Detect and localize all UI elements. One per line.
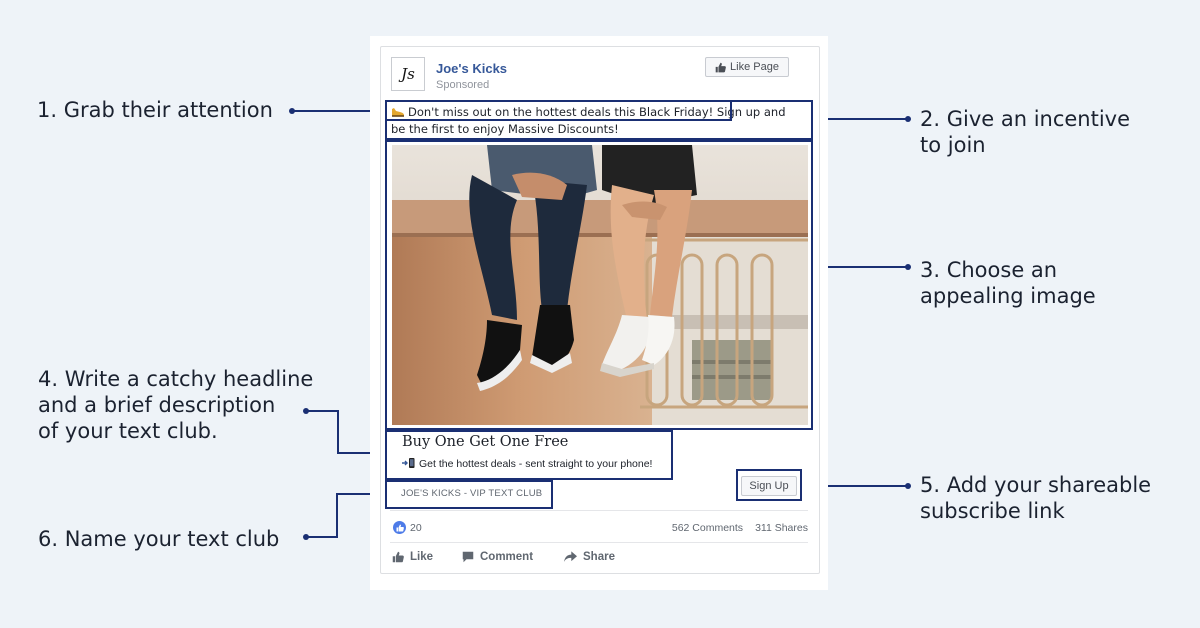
thumbs-up-icon — [715, 62, 726, 72]
like-reaction-icon — [393, 521, 406, 534]
share-action-button[interactable]: Share — [564, 551, 615, 563]
page-logo[interactable]: Js — [391, 57, 425, 91]
text-club-name: JOE'S KICKS - VIP TEXT CLUB — [401, 488, 543, 499]
annotation-club-name: 6. Name your text club — [38, 527, 280, 551]
comment-action-button[interactable]: Comment — [462, 551, 533, 563]
annotation-image: 3. Choose an appealing image — [920, 258, 1096, 308]
comments-count[interactable]: 562 Comments — [672, 522, 743, 534]
comment-icon — [462, 551, 474, 563]
reactions-summary[interactable]: 20 — [393, 521, 422, 534]
highlight-box-incentive-left — [385, 119, 387, 140]
annotation-headline: 4. Write a catchy headline and a brief d… — [38, 367, 314, 443]
phone-icon — [402, 458, 415, 471]
ad-description: Get the hottest deals - sent straight to… — [402, 457, 652, 470]
divider — [390, 510, 808, 511]
annotation-grab-attention: 1. Grab their attention — [37, 98, 273, 122]
thumbs-up-icon — [392, 551, 404, 563]
divider — [390, 542, 808, 543]
annotation-incentive: 2. Give an incentive to join — [920, 107, 1131, 157]
share-icon — [564, 551, 577, 562]
page-name[interactable]: Joe's Kicks — [436, 61, 507, 76]
annotation-subscribe-link: 5. Add your shareable subscribe link — [920, 473, 1152, 523]
engagement-counts: 562 Comments 311 Shares — [672, 522, 808, 534]
sign-up-button[interactable]: Sign Up — [741, 476, 797, 496]
like-action-button[interactable]: Like — [392, 551, 433, 563]
sponsored-label: Sponsored — [436, 79, 490, 91]
shares-count[interactable]: 311 Shares — [755, 522, 808, 534]
ad-image[interactable] — [392, 145, 808, 425]
like-page-button[interactable]: Like Page — [705, 57, 789, 77]
highlight-box-incentive — [385, 100, 813, 140]
ad-headline: Buy One Get One Free — [402, 434, 569, 450]
